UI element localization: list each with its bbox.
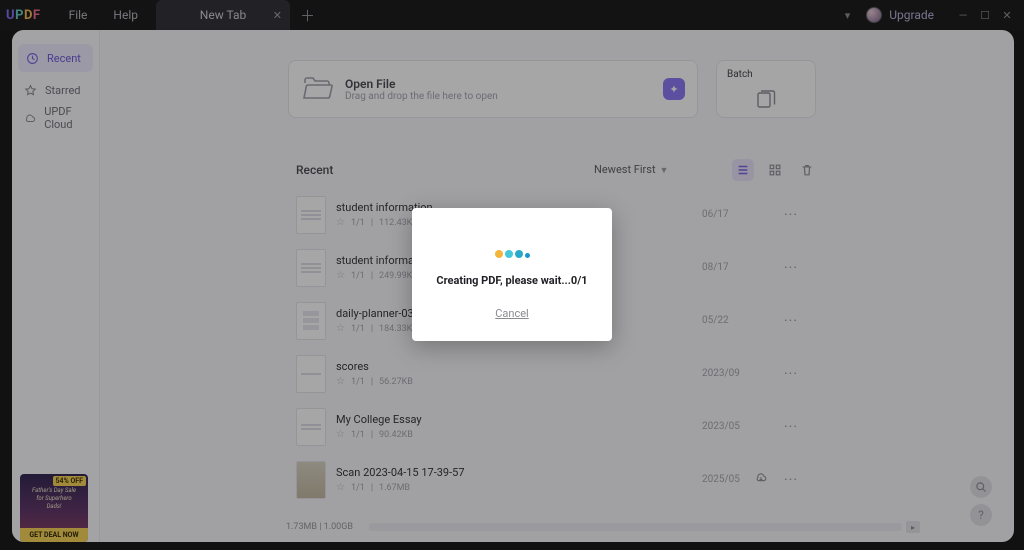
loading-icon — [495, 242, 530, 258]
modal-message: Creating PDF, please wait...0/1 — [436, 274, 587, 287]
cancel-button[interactable]: Cancel — [495, 307, 528, 320]
creating-pdf-modal: Creating PDF, please wait...0/1 Cancel — [412, 208, 612, 341]
